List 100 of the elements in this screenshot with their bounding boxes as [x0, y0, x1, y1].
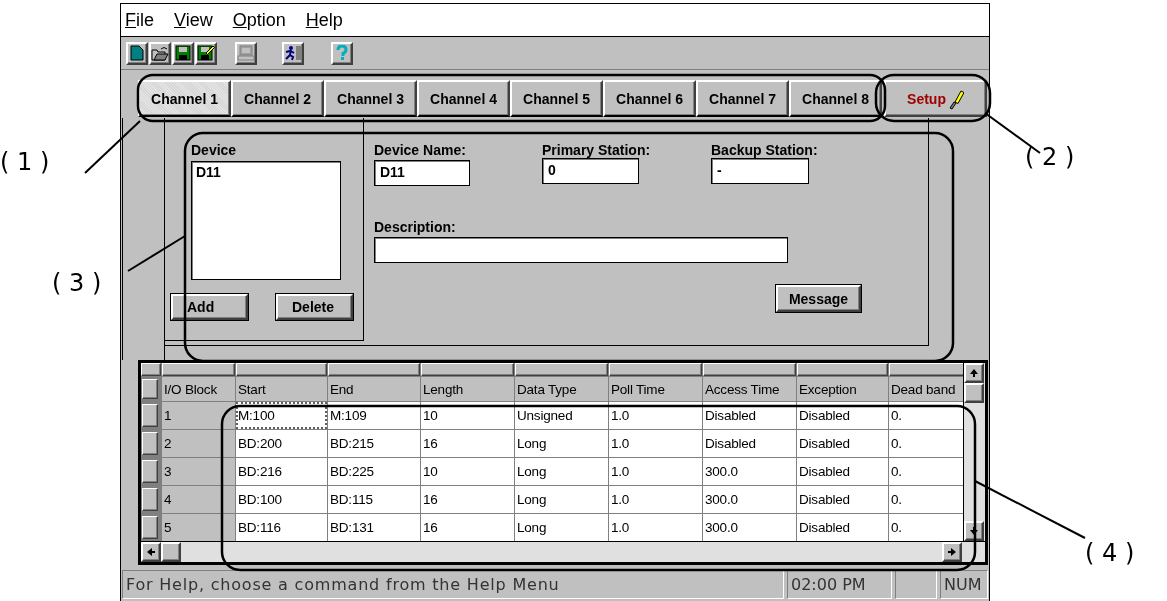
callout-label: ( 2 ): [1025, 143, 1075, 171]
toolbar-button[interactable]: [126, 41, 148, 65]
column-header-button[interactable]: [889, 363, 964, 376]
table-cell[interactable]: Disabled: [797, 458, 888, 485]
push-button[interactable]: Add: [171, 294, 248, 320]
scroll-button[interactable]: [141, 542, 161, 562]
toolbar-button[interactable]: [331, 41, 353, 65]
row-header-button[interactable]: [142, 516, 158, 539]
table-cell[interactable]: BD:100: [236, 486, 327, 513]
tab[interactable]: Channel 6: [603, 80, 696, 117]
tab[interactable]: Channel 2: [231, 80, 324, 117]
row-header-button[interactable]: [142, 432, 158, 455]
row-header-button[interactable]: [142, 404, 158, 427]
table-cell[interactable]: 10: [421, 458, 514, 485]
table-cell: 1: [162, 402, 235, 429]
table-cell[interactable]: Long: [515, 458, 608, 485]
table-cell[interactable]: 16: [421, 514, 514, 541]
table-cell[interactable]: 300.0: [703, 514, 796, 541]
table-cell[interactable]: 16: [421, 486, 514, 513]
table-cell[interactable]: 1.0: [609, 458, 702, 485]
toolbar-button[interactable]: [172, 41, 194, 65]
tab[interactable]: Channel 3: [324, 80, 417, 117]
column-header-button[interactable]: [236, 363, 327, 376]
tab[interactable]: Channel 4: [417, 80, 510, 117]
table-cell[interactable]: M:109: [328, 402, 420, 429]
table-cell[interactable]: 10: [421, 402, 514, 429]
tab[interactable]: Channel 8: [789, 80, 882, 117]
table-cell[interactable]: 0.: [889, 430, 964, 457]
push-button[interactable]: Delete: [276, 294, 353, 320]
table-cell[interactable]: 300.0: [703, 486, 796, 513]
table-cell[interactable]: BD:131: [328, 514, 420, 541]
table-cell[interactable]: 1.0: [609, 430, 702, 457]
list-item[interactable]: D11: [196, 164, 336, 180]
table-cell[interactable]: 0.: [889, 402, 964, 429]
tab[interactable]: Channel 5: [510, 80, 603, 117]
table-cell[interactable]: Unsigned: [515, 402, 608, 429]
table-cell[interactable]: 1.0: [609, 514, 702, 541]
field-label: Backup Station:: [711, 142, 818, 158]
column-header-button[interactable]: [421, 363, 514, 376]
table-cell[interactable]: BD:116: [236, 514, 327, 541]
column-header-button[interactable]: [162, 363, 235, 376]
table-cell[interactable]: Long: [515, 514, 608, 541]
input-field[interactable]: D11: [374, 160, 470, 186]
table-cell[interactable]: Disabled: [797, 514, 888, 541]
table-cell[interactable]: 16: [421, 430, 514, 457]
toolbar-button[interactable]: [282, 41, 304, 65]
row-header-button[interactable]: [142, 460, 158, 483]
corner-button[interactable]: [141, 363, 161, 376]
device-list[interactable]: D11: [191, 161, 341, 280]
scroll-thumb[interactable]: [964, 383, 985, 403]
table-cell[interactable]: 0.: [889, 514, 964, 541]
column-header-button[interactable]: [609, 363, 702, 376]
table-cell[interactable]: BD:200: [236, 430, 327, 457]
toolbar-button[interactable]: [195, 41, 217, 65]
column-header: Start: [236, 377, 327, 401]
table-cell[interactable]: BD:115: [328, 486, 420, 513]
table-cell[interactable]: 1.0: [609, 486, 702, 513]
scroll-button[interactable]: [964, 363, 985, 383]
table-cell[interactable]: Disabled: [797, 486, 888, 513]
table-cell[interactable]: BD:215: [328, 430, 420, 457]
column-header: End: [328, 377, 420, 401]
table-cell[interactable]: Disabled: [797, 430, 888, 457]
row-header-button[interactable]: [142, 488, 158, 511]
table-cell[interactable]: Disabled: [703, 402, 796, 429]
tab[interactable]: Channel 1: [138, 80, 231, 117]
table-cell[interactable]: 0.: [889, 486, 964, 513]
status-indicator: NUM: [940, 570, 988, 599]
table-cell: 5: [162, 514, 235, 541]
column-header-button[interactable]: [515, 363, 608, 376]
table-cell[interactable]: Disabled: [797, 402, 888, 429]
column-header-button[interactable]: [328, 363, 420, 376]
table-cell[interactable]: Long: [515, 486, 608, 513]
column-header-button[interactable]: [797, 363, 888, 376]
scroll-thumb[interactable]: [161, 542, 181, 562]
scroll-button[interactable]: [964, 521, 985, 541]
table-cell[interactable]: Long: [515, 430, 608, 457]
arrow-down-icon: [969, 526, 980, 536]
table-cell[interactable]: 300.0: [703, 458, 796, 485]
table-cell[interactable]: M:100: [236, 402, 327, 429]
toolbar-button[interactable]: [149, 41, 171, 65]
group-label: Device: [191, 142, 238, 158]
row-header-button[interactable]: [142, 379, 158, 399]
menu-item[interactable]: View: [174, 9, 213, 31]
column-header-button[interactable]: [703, 363, 796, 376]
scroll-button[interactable]: [942, 542, 962, 562]
table-cell[interactable]: BD:225: [328, 458, 420, 485]
tab[interactable]: Channel 7: [696, 80, 789, 117]
menu-item[interactable]: Option: [232, 9, 286, 31]
input-field[interactable]: [374, 237, 788, 263]
input-field[interactable]: 0: [542, 158, 639, 184]
menu-item[interactable]: File: [125, 9, 154, 31]
message-button[interactable]: Message: [776, 285, 861, 312]
table-cell[interactable]: Disabled: [703, 430, 796, 457]
column-header: I/O Block: [162, 377, 235, 401]
menu-item[interactable]: Help: [305, 9, 343, 31]
table-cell[interactable]: 0.: [889, 458, 964, 485]
table-cell[interactable]: BD:216: [236, 458, 327, 485]
input-field[interactable]: -: [711, 158, 809, 184]
table-cell[interactable]: 1.0: [609, 402, 702, 429]
setup-button[interactable]: Setup: [884, 80, 987, 117]
